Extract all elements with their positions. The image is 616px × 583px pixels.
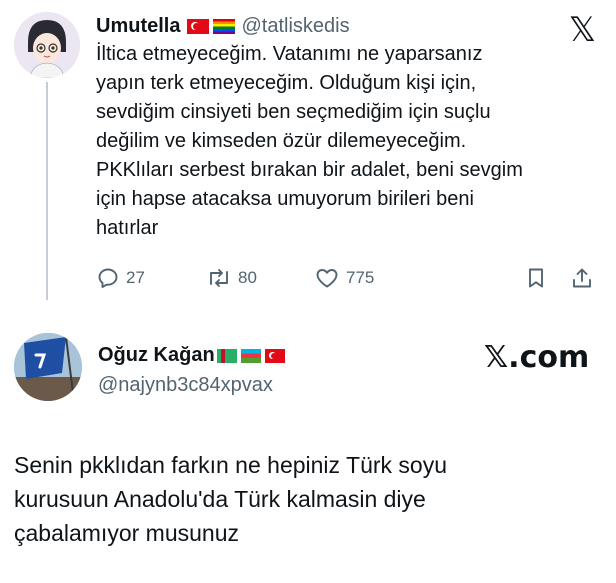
avatar[interactable] [14, 333, 82, 401]
flag-photo-avatar-icon [14, 333, 82, 401]
flag-turkey-icon [187, 18, 210, 34]
avatar[interactable] [14, 12, 80, 78]
tweet-text: Senin pkklıdan farkın ne hepiniz Türk so… [14, 452, 447, 546]
tweet-text: İltica etmeyeceğim. Vatanımı ne yaparsan… [96, 43, 523, 239]
user-handle[interactable]: @tatliskedis [241, 15, 349, 38]
retweet-count: 80 [238, 268, 257, 287]
display-name[interactable]: Umutella [96, 15, 180, 38]
x-com-logo: 𝕏.com [484, 340, 590, 375]
display-name[interactable]: Oğuz Kağan [98, 344, 215, 367]
flag-turkmenistan-icon [216, 348, 237, 363]
thread-line [46, 82, 48, 300]
tweet-header: Umutella @tatliskedis [96, 12, 350, 40]
bookmark-icon [529, 268, 543, 288]
bookmark-button[interactable] [524, 266, 554, 290]
anime-avatar-icon [14, 12, 80, 78]
reply-icon [98, 268, 118, 288]
share-button[interactable] [570, 266, 600, 290]
tweet-actions: 27 80 775 [96, 266, 596, 298]
flag-turkey-icon [264, 348, 285, 363]
retweet-button[interactable]: 80 [206, 266, 257, 290]
reply-button[interactable]: 27 [96, 266, 145, 290]
retweet-icon [210, 269, 228, 287]
reply-count: 27 [126, 268, 145, 287]
rainbow-flag-icon [213, 18, 236, 34]
like-button[interactable]: 775 [314, 266, 374, 290]
share-icon [573, 268, 591, 288]
user-handle[interactable]: @najynb3c84xpvax [98, 374, 273, 397]
tweet-header: Oğuz Kağan [98, 344, 285, 367]
like-count: 775 [346, 268, 375, 287]
flag-azerbaijan-icon [240, 348, 261, 363]
heart-icon [316, 269, 338, 288]
